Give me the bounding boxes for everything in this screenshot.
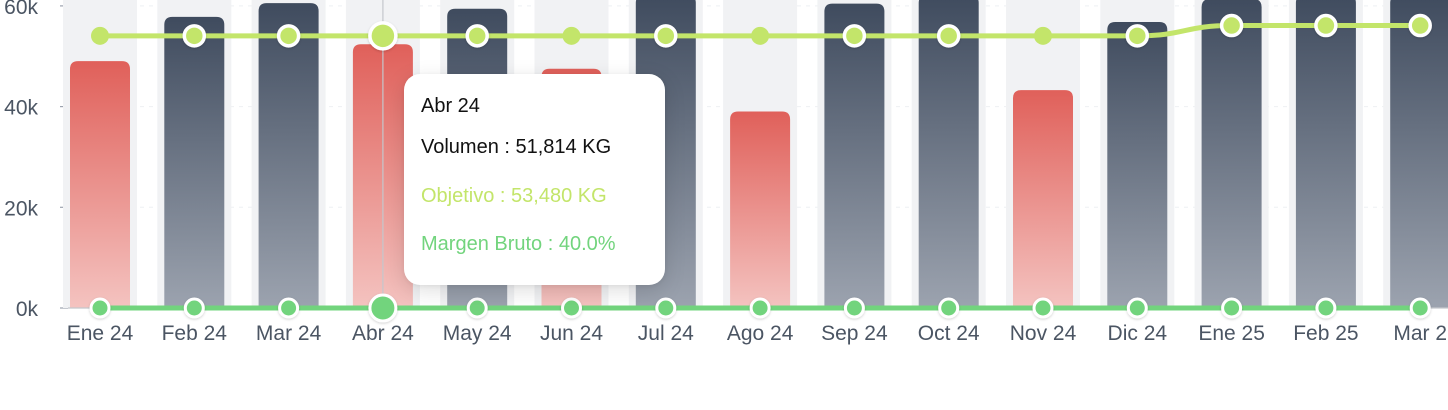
objetivo-point[interactable] [465,24,489,48]
objetivo-point[interactable] [751,26,770,45]
x-tick-label: Dic 24 [1108,322,1168,345]
objetivo-point[interactable] [654,24,678,48]
margen-bruto-point[interactable] [183,297,205,319]
x-tick-label: Oct 24 [918,322,980,345]
tooltip-volumen: Volumen : 51,814 KG [421,136,612,158]
margen-bruto-point[interactable] [1032,297,1054,319]
x-tick-label: Ene 25 [1198,322,1265,345]
objetivo-point[interactable] [182,24,207,48]
volumen-bar[interactable] [1107,21,1168,308]
margen-bruto-point[interactable] [655,297,677,319]
margen-bruto-point[interactable] [1126,297,1148,319]
objetivo-point[interactable] [562,26,581,45]
margen-bruto-point[interactable] [1221,297,1243,319]
x-tick-label: May 24 [443,322,512,345]
x-tick-label: Nov 24 [1010,322,1077,345]
volumen-bar[interactable] [164,16,225,308]
margen-bruto-point[interactable] [843,297,865,319]
tooltip-margen-bruto: Margen Bruto : 40.0% [421,233,616,255]
chart-tooltip: Abr 24 Volumen : 51,814 KG Objetivo : 53… [404,74,665,285]
tooltip-title: Abr 24 [421,95,480,117]
x-tick-label: Mar 24 [256,322,322,345]
y-tick-label: 0k [16,298,39,321]
objetivo-point[interactable] [842,24,867,48]
margen-bruto-point[interactable] [1409,297,1431,319]
objetivo-point[interactable] [1219,13,1244,38]
objetivo-point[interactable] [276,24,301,48]
objetivo-point[interactable] [936,24,961,48]
tooltip-objetivo: Objetivo : 53,480 KG [421,185,607,207]
volumen-bar[interactable] [1390,0,1448,308]
x-tick-label: Feb 24 [162,322,228,345]
margen-bruto-point[interactable] [749,297,771,319]
volumen-bar[interactable] [730,111,791,308]
objetivo-point[interactable] [1125,24,1150,48]
volumen-bar[interactable] [1295,0,1356,308]
objetivo-point[interactable] [1314,13,1338,38]
objetivo-point[interactable] [91,26,109,45]
volumen-bar[interactable] [824,3,885,308]
objetivo-point[interactable] [1408,13,1432,38]
margen-bruto-point[interactable] [1315,297,1337,319]
y-tick-label: 40k [4,97,38,120]
x-tick-label: Mar 2 [1393,322,1447,345]
x-tick-label: Ene 24 [67,322,134,345]
volumen-bar[interactable] [1201,0,1262,308]
volumen-bar[interactable] [258,3,319,308]
margen-bruto-point[interactable] [89,297,111,319]
volumen-bar[interactable] [1013,90,1073,308]
margen-bruto-point[interactable] [466,297,488,319]
combo-chart: 0k 20k 40k 60k Ene 24 Feb 24 Mar 24 Abr 24 May … [4,0,1448,345]
volumen-bars [63,0,1448,309]
y-tick-label: 60k [4,0,38,19]
volumen-bar[interactable] [70,61,130,309]
x-tick-label: Jul 24 [638,322,694,345]
margen-bruto-point[interactable] [938,297,960,319]
margen-bruto-point[interactable] [561,297,582,319]
y-axis: 0k 20k 40k 60k [4,0,69,321]
y-tick-label: 20k [4,197,38,220]
x-tick-label: Sep 24 [821,322,888,345]
margen-bruto-point[interactable] [278,297,300,319]
x-tick-label: Abr 24 [352,322,414,345]
x-tick-label: Feb 25 [1293,322,1358,345]
margen-bruto-point[interactable] [368,293,398,323]
objetivo-point[interactable] [368,21,398,51]
objetivo-point[interactable] [1034,26,1052,45]
x-tick-label: Ago 24 [727,322,794,345]
x-tick-label: Jun 24 [540,322,603,345]
